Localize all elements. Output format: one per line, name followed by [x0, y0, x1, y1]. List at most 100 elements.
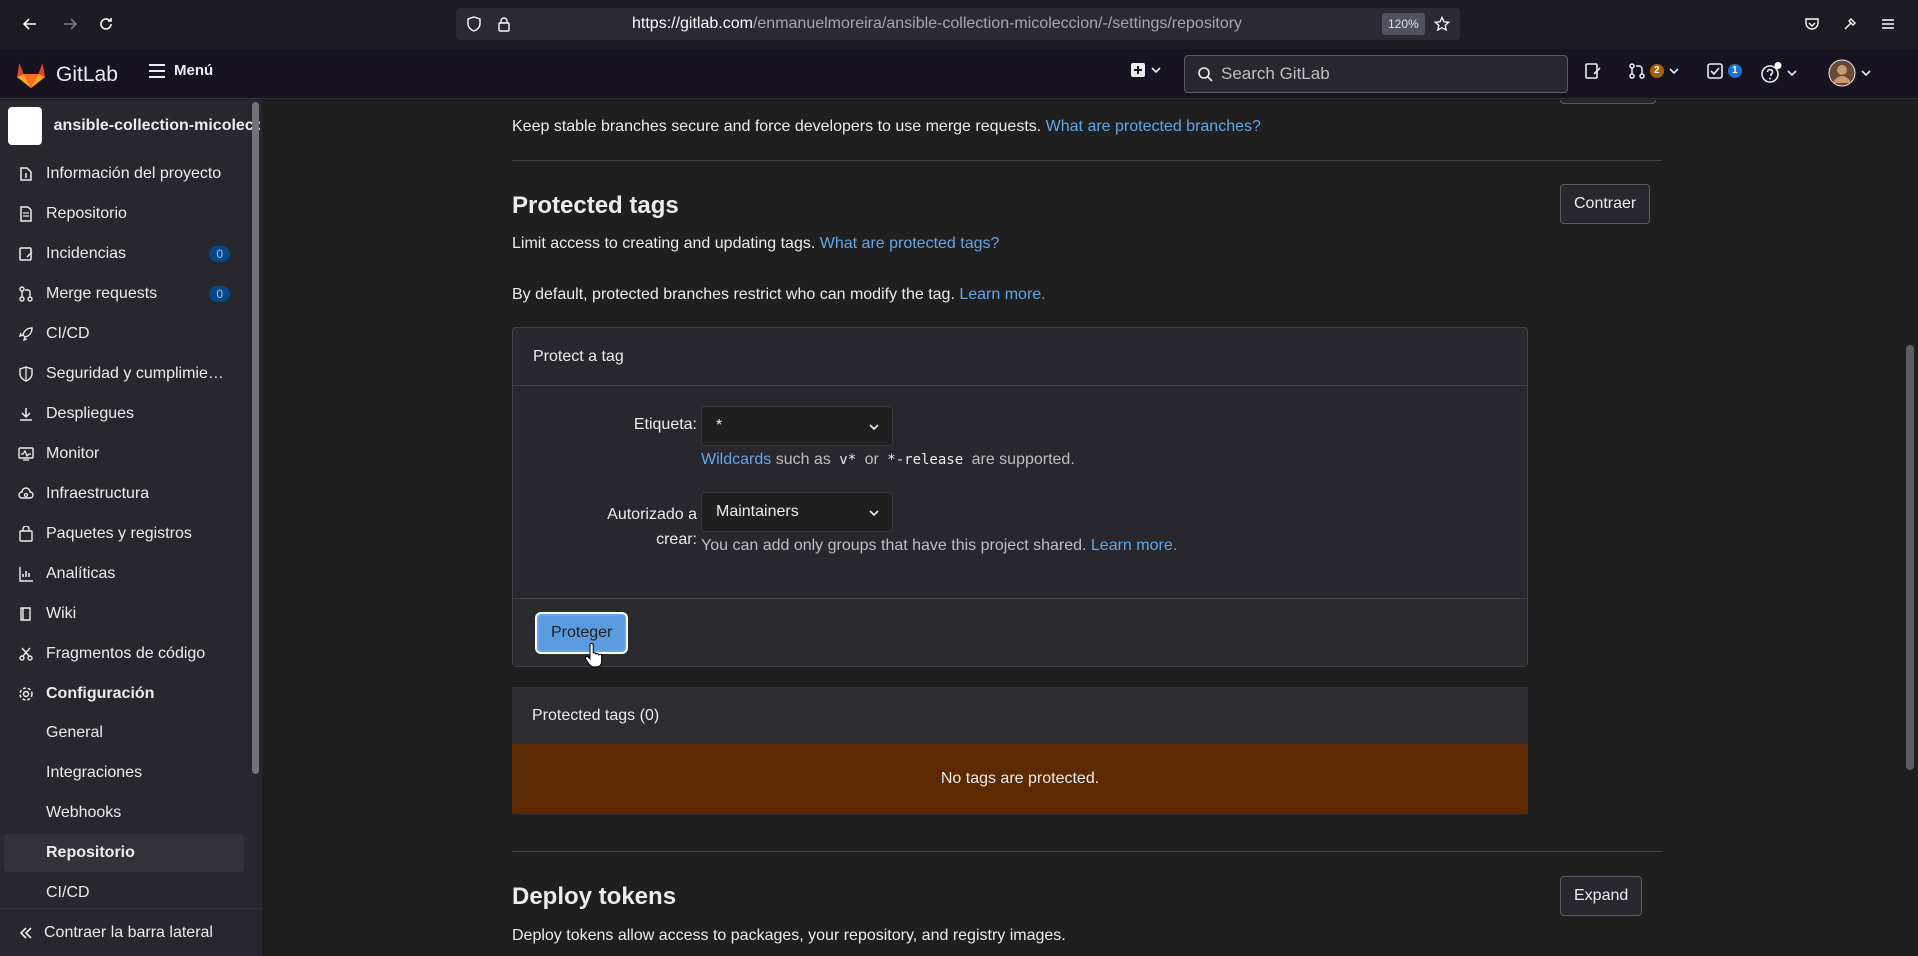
project-info-icon	[20, 167, 32, 181]
new-dropdown-button[interactable]	[1130, 62, 1162, 78]
search-input[interactable]: Search GitLab	[1184, 55, 1568, 93]
protected-tags-default-note: By default, protected branches restrict …	[512, 286, 1046, 303]
bookmark-star-icon[interactable]	[1434, 16, 1450, 32]
protect-tag-footer: Proteger	[513, 598, 1527, 668]
gitlab-logo[interactable]: GitLab	[16, 61, 118, 89]
help-dropdown-button[interactable]	[1760, 62, 1798, 84]
sidebar-subitem-integrations[interactable]: Integraciones	[4, 754, 244, 792]
sidebar-subitem-repository[interactable]: Repositorio	[4, 834, 244, 872]
sidebar-item-packages[interactable]: Paquetes y registros	[8, 516, 244, 552]
sidebar-item-label: Información del proyecto	[46, 165, 222, 182]
collapse-sidebar-button[interactable]: Contraer la barra lateral	[0, 908, 262, 956]
cloud-gear-icon	[18, 487, 34, 499]
allowed-to-create-select[interactable]: Maintainers	[701, 492, 893, 532]
partial-toggle-button[interactable]	[1560, 100, 1656, 104]
tag-select[interactable]: *	[701, 406, 893, 446]
sidebar-project-header[interactable]: ansible-collection-micoleccion	[8, 107, 260, 145]
repository-icon	[20, 206, 32, 222]
protect-button[interactable]: Proteger	[537, 614, 627, 652]
deployments-icon	[20, 408, 32, 421]
default-learn-more-link[interactable]: Learn more.	[959, 286, 1045, 303]
sidebar-item-monitor[interactable]: Monitor	[8, 436, 244, 472]
collapse-protected-tags-button[interactable]: Contraer	[1560, 184, 1651, 224]
sidebar-item-repository[interactable]: Repositorio	[8, 196, 244, 232]
zoom-level-badge[interactable]: 120%	[1382, 13, 1425, 35]
hamburger-menu-icon[interactable]	[1880, 16, 1896, 32]
pocket-icon[interactable]	[1804, 16, 1820, 32]
reload-icon[interactable]	[94, 12, 118, 36]
sidebar-item-label: Analíticas	[46, 565, 116, 582]
menu-label: Menú	[174, 62, 214, 79]
sidebar-scrollbar[interactable]	[252, 102, 259, 774]
main-scrollbar[interactable]	[1906, 345, 1914, 770]
todos-button[interactable]: 1	[1706, 62, 1742, 80]
extensions-icon[interactable]	[1842, 16, 1858, 32]
sidebar: ansible-collection-micoleccion Informaci…	[0, 100, 262, 956]
sidebar-item-cicd[interactable]: CI/CD	[8, 316, 244, 352]
sidebar-item-analytics[interactable]: Analíticas	[8, 556, 244, 592]
todo-check-icon	[1707, 63, 1723, 79]
project-name: ansible-collection-micoleccion	[53, 117, 260, 134]
lock-icon[interactable]	[496, 16, 512, 32]
chevron-down-icon	[869, 424, 879, 431]
chart-icon	[19, 567, 33, 582]
search-icon	[1198, 67, 1213, 82]
back-icon[interactable]	[18, 12, 42, 36]
sidebar-item-security[interactable]: Seguridad y cumplimiento	[8, 356, 244, 392]
sidebar-item-label: Despliegues	[46, 405, 135, 422]
pointer-cursor-icon	[584, 643, 603, 668]
sidebar-item-merge-requests[interactable]: Merge requests 0	[8, 276, 244, 312]
forward-icon[interactable]	[58, 12, 82, 36]
sidebar-item-label: Incidencias	[46, 245, 127, 262]
hamburger-icon	[149, 63, 165, 78]
main-content: Keep stable branches secure and force de…	[262, 100, 1918, 956]
sidebar-item-project-info[interactable]: Información del proyecto	[8, 156, 244, 192]
sidebar-subitem-general[interactable]: General	[4, 714, 244, 752]
sidebar-item-label: Paquetes y registros	[46, 525, 192, 542]
shield-icon[interactable]	[466, 16, 482, 32]
allowed-help: You can add only groups that have this p…	[701, 537, 1178, 554]
sidebar-subitem-cicd[interactable]: CI/CD	[4, 874, 244, 912]
sidebar-item-wiki[interactable]: Wiki	[8, 596, 244, 632]
rocket-icon	[18, 327, 33, 342]
main-menu-button[interactable]: Menú	[148, 62, 213, 79]
sidebar-item-settings[interactable]: Configuración	[8, 676, 244, 712]
shield-icon	[19, 366, 33, 382]
wildcards-help: Wildcards such as v* or *-release are su…	[701, 451, 1075, 468]
sidebar-item-deployments[interactable]: Despliegues	[8, 396, 244, 432]
expand-deploy-tokens-button[interactable]: Expand	[1560, 876, 1643, 916]
sidebar-item-label: Infraestructura	[46, 485, 150, 502]
tag-field-label: Etiqueta:	[633, 416, 697, 433]
sidebar-item-label: Monitor	[46, 445, 100, 462]
allowed-to-create-label: Autorizado a crear:	[607, 506, 697, 548]
issues-icon	[1585, 63, 1601, 79]
tanuki-icon	[17, 63, 45, 88]
sidebar-item-label: Wiki	[46, 605, 77, 622]
chevron-down-icon	[1861, 70, 1871, 77]
monitor-icon	[18, 447, 34, 461]
wildcards-link[interactable]: Wildcards	[701, 451, 771, 468]
protected-branches-help-link[interactable]: What are protected branches?	[1046, 118, 1261, 135]
no-tags-message: No tags are protected.	[512, 744, 1528, 814]
allowed-select-value: Maintainers	[716, 503, 799, 520]
protect-tag-heading: Protect a tag	[513, 328, 1527, 386]
sidebar-item-label: Merge requests	[46, 285, 158, 302]
sidebar-item-label: Fragmentos de código	[46, 645, 206, 662]
merge-requests-button[interactable]: 2	[1628, 62, 1680, 80]
url-text[interactable]: https://gitlab.com/enmanuelmoreira/ansib…	[632, 15, 1242, 33]
sidebar-item-infrastructure[interactable]: Infraestructura	[8, 476, 244, 512]
sidebar-item-snippets[interactable]: Fragmentos de código	[8, 636, 244, 672]
allowed-learn-more-link[interactable]: Learn more.	[1091, 537, 1177, 554]
user-menu-button[interactable]	[1828, 59, 1872, 87]
collapse-sidebar-label: Contraer la barra lateral	[44, 923, 213, 941]
project-avatar	[8, 107, 42, 145]
sidebar-subitem-webhooks[interactable]: Webhooks	[4, 794, 244, 832]
protected-tags-desc: Limit access to creating and updating ta…	[512, 235, 1000, 252]
issues-shortcut-button[interactable]	[1584, 62, 1602, 80]
gitlab-wordmark: GitLab	[56, 63, 118, 86]
protected-tags-help-link[interactable]: What are protected tags?	[820, 235, 1000, 252]
sidebar-item-issues[interactable]: Incidencias 0	[8, 236, 244, 272]
todo-count: 1	[1728, 64, 1742, 78]
book-icon	[20, 607, 31, 621]
address-bar[interactable]: https://gitlab.com/enmanuelmoreira/ansib…	[456, 8, 1460, 40]
